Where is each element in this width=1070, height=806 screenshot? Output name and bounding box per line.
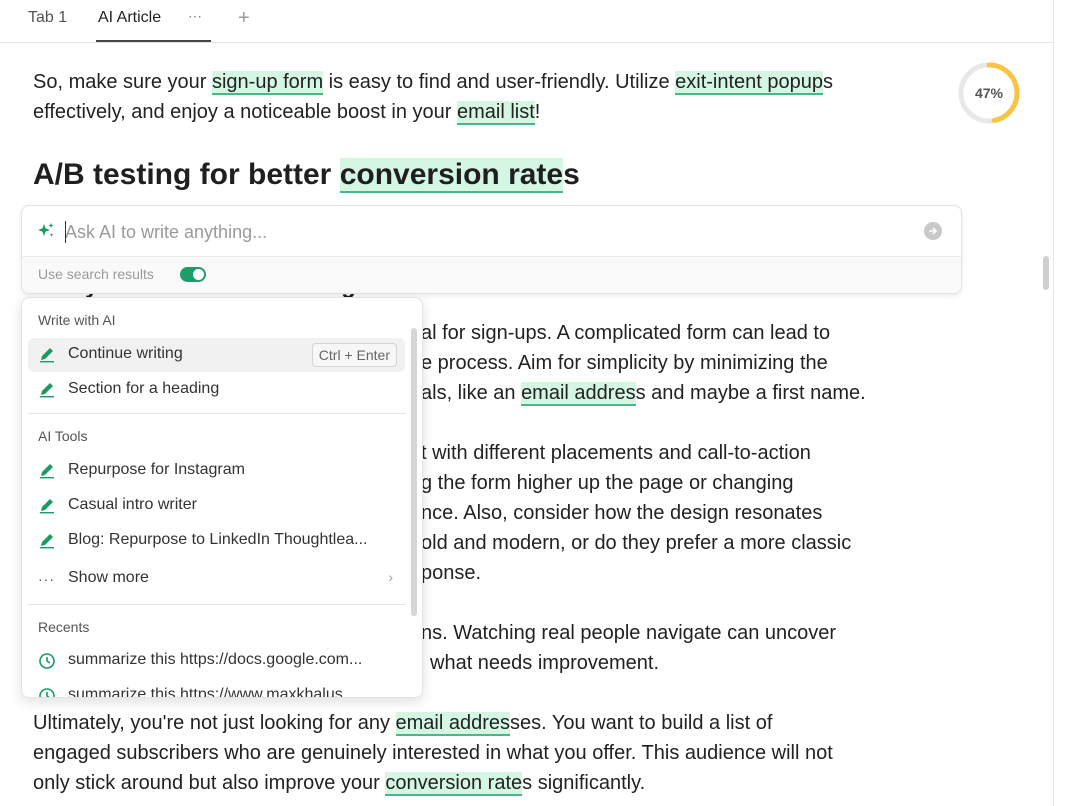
search-results-row: Use search results [22,257,961,293]
menu-separator [28,413,406,414]
paragraph[interactable]: So, make sure your sign-up form is easy … [33,67,833,127]
menu-item-label: Show more [68,569,149,586]
pen-icon [38,346,56,364]
more-icon[interactable]: ⋯ [188,0,203,34]
ellipsis-icon: ··· [38,571,55,587]
section-label-tools: AI Tools [38,428,88,444]
text: Ultimately, you're not just looking for … [33,712,396,734]
tab-label: AI Article [98,9,162,26]
keyword-highlight: email addres [521,382,636,406]
menu-item-section-for-heading[interactable]: Section for a heading [28,373,405,407]
menu-item-label: summarize this https://www.maxkhalus... [68,686,357,698]
text-line[interactable]: old and modern, or do they prefer a more… [421,528,851,558]
text-line[interactable]: al for sign-ups. A complicated form can … [421,318,830,348]
text-line[interactable]: t with different placements and call-to-… [421,438,811,468]
text: s [823,71,834,93]
menu-item-label: Repurpose for Instagram [68,461,245,478]
keyword-highlight: email list [456,101,535,125]
tab-label: Tab 1 [28,9,68,26]
menu-item-casual-intro[interactable]: Casual intro writer [28,489,405,523]
menu-item-show-more[interactable]: ··· Show more › [28,562,405,596]
menu-item-label: Blog: Repurpose to LinkedIn Thoughtlea..… [68,531,368,548]
toggle-knob [193,269,204,280]
menu-item-repurpose-instagram[interactable]: Repurpose for Instagram [28,454,405,488]
text: s [563,158,580,191]
menu-item-label: Continue writing [68,345,183,362]
keyword-highlight: exit-intent popup [675,71,824,95]
sidebar-divider [1053,0,1054,806]
menu-item-continue-writing[interactable]: Continue writing Ctrl + Enter [28,338,405,372]
text-caret [65,221,66,243]
text: s significantly. [522,772,646,794]
text-line[interactable]: ponse. [421,558,481,588]
text-line[interactable]: what needs improvement. [430,648,659,678]
text-line[interactable]: nce. Also, consider how the design reson… [421,498,822,528]
text: A/B testing for better [33,158,340,191]
text: engaged subscribers who are genuinely in… [33,742,833,764]
scrollbar-thumb[interactable] [1043,256,1049,290]
keyword-highlight: conversion rate [339,158,564,193]
tab-1[interactable]: Tab 1 [28,0,67,42]
add-tab-button[interactable]: + [238,0,250,42]
menu-item-label: Section for a heading [68,380,220,397]
keyword-highlight: sign-up form [211,71,324,95]
text: only stick around but also improve your [33,772,386,794]
search-results-label: Use search results [38,266,154,282]
section-label-recents: Recents [38,619,90,635]
menu-item-recent[interactable]: summarize this https://www.maxkhalus... [28,679,405,698]
pen-icon [38,381,56,399]
text: als, like an [421,382,522,404]
tab-ai-article[interactable]: AI Article ⋯ [96,0,211,42]
sparkle-icon [36,221,56,241]
clock-icon [38,652,56,670]
content-score[interactable]: 47% [958,62,1020,124]
text: s and maybe a first name. [635,382,866,404]
chevron-right-icon: › [388,569,393,585]
text: is easy to find and user-friendly. Utili… [323,71,676,93]
pen-icon [38,462,56,480]
search-results-toggle[interactable] [180,267,206,282]
tab-bar: Tab 1 AI Article ⋯ + [0,0,1054,43]
pen-icon [38,497,56,515]
menu-scrollbar[interactable] [411,328,417,616]
text-line[interactable]: g the form higher up the page or changin… [421,468,793,498]
menu-item-linkedin-thoughtleader[interactable]: Blog: Repurpose to LinkedIn Thoughtlea..… [28,524,405,558]
menu-item-label: summarize this https://docs.google.com..… [68,651,363,668]
keyword-highlight: conversion rate [385,772,523,796]
section-heading[interactable]: A/B testing for better conversion rates [33,153,580,197]
keyword-highlight: email addres [395,712,511,736]
send-icon[interactable] [924,222,942,240]
text: ! [534,101,541,123]
text: effectively, and enjoy a noticeable boos… [33,101,457,123]
text: So, make sure your [33,71,212,93]
menu-separator [28,604,406,605]
menu-item-label: Casual intro writer [68,496,197,513]
text-line[interactable]: e process. Aim for simplicity by minimiz… [421,348,828,378]
shortcut-badge: Ctrl + Enter [311,343,397,367]
pen-icon [38,532,56,550]
menu-item-recent[interactable]: summarize this https://docs.google.com..… [28,644,405,678]
ai-prompt-input[interactable] [65,220,905,244]
section-label-write: Write with AI [38,312,116,328]
ai-prompt-box: Use search results [21,205,962,294]
text: ses. You want to build a list of [510,712,773,734]
text-line[interactable]: als, like an email address and maybe a f… [421,378,866,408]
ai-command-menu: Write with AI Continue writing Ctrl + En… [21,297,423,698]
score-value: 47% [974,85,1004,101]
clock-icon [38,687,56,697]
text-line[interactable]: ns. Watching real people navigate can un… [421,618,836,648]
paragraph[interactable]: Ultimately, you're not just looking for … [33,708,833,798]
